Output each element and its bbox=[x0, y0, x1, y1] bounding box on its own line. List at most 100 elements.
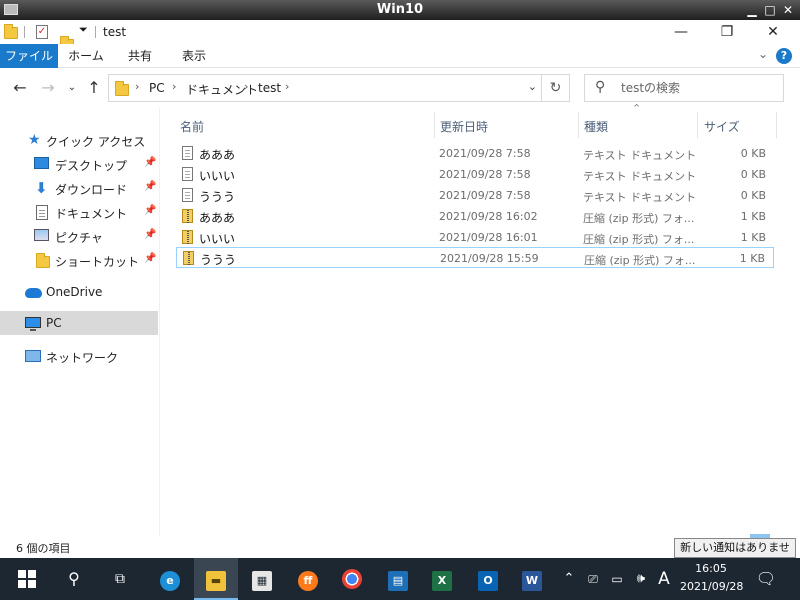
start-button[interactable] bbox=[4, 558, 48, 600]
sidebar-item-desktop[interactable]: デスクトップ 📌 bbox=[0, 152, 158, 176]
file-row[interactable]: あああ 2021/09/28 16:02 圧縮 (zip 形式) フォ... 1… bbox=[176, 206, 774, 227]
file-size: 1 KB bbox=[740, 210, 766, 223]
folder-icon bbox=[36, 253, 50, 268]
desktop-icon bbox=[34, 157, 49, 169]
file-type: 圧縮 (zip 形式) フォ... bbox=[583, 233, 695, 246]
tab-file[interactable]: ファイル bbox=[0, 44, 58, 68]
ribbon-tabs: ファイル ホーム 共有 表示 ⌄ ? bbox=[0, 44, 800, 68]
show-hidden-icons-icon[interactable]: ⌃ bbox=[558, 558, 580, 600]
customize-quick-access-icon[interactable]: ⏷ bbox=[79, 23, 88, 37]
clock-time: 16:05 bbox=[695, 562, 727, 575]
sidebar-item-pictures[interactable]: ピクチャ 📌 bbox=[0, 224, 158, 248]
tab-view[interactable]: 表示 bbox=[170, 44, 218, 68]
sidebar-item-label: ドキュメント bbox=[55, 207, 128, 221]
file-type: 圧縮 (zip 形式) フォ... bbox=[583, 212, 695, 225]
pin-icon: 📌 bbox=[144, 229, 157, 240]
outer-minimize-icon[interactable]: ▁ bbox=[744, 2, 760, 18]
column-header-type[interactable]: 種類 bbox=[579, 112, 697, 138]
zip-file-icon bbox=[182, 209, 193, 223]
excel-icon[interactable]: X bbox=[420, 558, 464, 600]
file-date: 2021/09/28 16:02 bbox=[439, 210, 538, 223]
sidebar-item-downloads[interactable]: ⬇ ダウンロード 📌 bbox=[0, 176, 158, 200]
start-icon bbox=[18, 570, 36, 588]
outlook-icon[interactable]: O bbox=[466, 558, 510, 600]
breadcrumb-pc[interactable]: PC bbox=[149, 81, 165, 95]
pictures-icon bbox=[34, 229, 49, 241]
notification-tooltip: 新しい通知はありません bbox=[674, 538, 796, 572]
file-date: 2021/09/28 7:58 bbox=[439, 147, 531, 160]
outer-close-icon[interactable]: ✕ bbox=[780, 2, 796, 18]
file-list: ⌃ 名前 更新日時 種類 サイズ あああ 2021/09/28 7:58 テキス… bbox=[160, 102, 800, 536]
file-row[interactable]: いいい 2021/09/28 16:01 圧縮 (zip 形式) フォ... 1… bbox=[176, 227, 774, 248]
properties-icon[interactable]: ✓ bbox=[36, 25, 48, 39]
sidebar-item-label: デスクトップ bbox=[55, 159, 128, 173]
sidebar-item-label: OneDrive bbox=[46, 285, 103, 299]
tab-home[interactable]: ホーム bbox=[62, 44, 110, 68]
file-row[interactable]: あああ 2021/09/28 7:58 テキスト ドキュメント 0 KB bbox=[176, 143, 774, 164]
file-name: ううう bbox=[200, 253, 237, 267]
file-explorer-icon[interactable]: ▬ bbox=[194, 558, 238, 600]
search-icon[interactable]: ⚲ bbox=[52, 558, 96, 600]
outer-maximize-icon[interactable]: □ bbox=[762, 2, 778, 18]
file-row-selected[interactable]: ううう 2021/09/28 15:59 圧縮 (zip 形式) フォ... 1… bbox=[176, 247, 774, 268]
sidebar-item-shortcut[interactable]: ショートカット 📌 bbox=[0, 248, 158, 272]
outer-window-title: Win10 bbox=[376, 2, 424, 17]
download-icon: ⬇ bbox=[35, 179, 48, 197]
sidebar-item-network[interactable]: ネットワーク bbox=[0, 344, 158, 368]
file-type: テキスト ドキュメント bbox=[583, 170, 697, 183]
ime-indicator[interactable]: A bbox=[654, 558, 674, 600]
search-box[interactable]: ⚲ bbox=[584, 74, 784, 102]
help-icon[interactable]: ? bbox=[776, 48, 792, 64]
explorer-title-bar: ✓ ⏷ test — ❐ ✕ bbox=[0, 20, 800, 51]
column-header-label: サイズ bbox=[704, 120, 740, 134]
breadcrumb-separator: › bbox=[135, 80, 140, 93]
sidebar-item-onedrive[interactable]: OneDrive bbox=[0, 280, 158, 304]
file-date: 2021/09/28 15:59 bbox=[440, 252, 539, 265]
forward-arrow-icon[interactable]: → bbox=[38, 78, 58, 98]
breadcrumb-test[interactable]: test bbox=[258, 81, 281, 95]
minimize-button[interactable]: — bbox=[658, 20, 704, 44]
sidebar-item-documents[interactable]: ドキュメント 📌 bbox=[0, 200, 158, 224]
column-header-name[interactable]: 名前 bbox=[176, 112, 434, 138]
sidebar-item-label: ダウンロード bbox=[55, 183, 128, 197]
zip-file-icon bbox=[182, 230, 193, 244]
search-input[interactable] bbox=[621, 79, 771, 97]
column-divider[interactable] bbox=[776, 112, 777, 138]
column-header-date[interactable]: 更新日時 bbox=[435, 112, 579, 138]
star-icon: ★ bbox=[28, 132, 41, 148]
edge-icon[interactable]: e bbox=[148, 558, 192, 600]
file-name: あああ bbox=[199, 211, 236, 225]
sidebar-item-quick-access[interactable]: ★ クイック アクセス bbox=[0, 128, 158, 152]
file-row[interactable]: ううう 2021/09/28 7:58 テキスト ドキュメント 0 KB bbox=[176, 185, 774, 206]
task-view-icon[interactable]: ⧉ bbox=[98, 558, 142, 600]
firefox-icon[interactable]: ff bbox=[286, 558, 330, 600]
meet-now-icon[interactable]: ⎚ bbox=[582, 558, 604, 600]
volume-icon[interactable]: 🕪 bbox=[630, 558, 652, 600]
store-icon[interactable]: ▦ bbox=[240, 558, 284, 600]
chrome-icon[interactable] bbox=[330, 558, 374, 600]
recent-locations-icon[interactable]: ⌄ bbox=[62, 78, 82, 98]
taskbar-clock[interactable]: 16:05 2021/09/28 bbox=[680, 560, 743, 596]
chevron-down-icon[interactable]: ⌄ bbox=[758, 47, 768, 61]
up-arrow-icon[interactable]: ↑ bbox=[84, 78, 104, 98]
maximize-button[interactable]: ❐ bbox=[704, 20, 750, 44]
address-bar[interactable]: › PC › ドキュメント › test › ⌄ bbox=[108, 74, 542, 102]
file-date: 2021/09/28 16:01 bbox=[439, 231, 538, 244]
address-dropdown-icon[interactable]: ⌄ bbox=[528, 80, 537, 93]
tab-share[interactable]: 共有 bbox=[116, 44, 164, 68]
back-arrow-icon[interactable]: ← bbox=[10, 78, 30, 98]
notification-center-icon[interactable]: 🗨 bbox=[748, 558, 784, 600]
outer-title-bar: Win10 ▁ □ ✕ bbox=[0, 0, 800, 20]
sidebar-item-pc[interactable]: PC bbox=[0, 311, 158, 335]
pin-icon: 📌 bbox=[144, 157, 157, 168]
column-header-size[interactable]: サイズ bbox=[698, 112, 776, 138]
refresh-button[interactable]: ↻ bbox=[542, 74, 570, 102]
close-button[interactable]: ✕ bbox=[750, 20, 796, 44]
word-icon[interactable]: W bbox=[510, 558, 554, 600]
sidebar-item-label: ピクチャ bbox=[55, 231, 103, 245]
breadcrumb-separator: › bbox=[244, 80, 249, 93]
sidebar-item-label: クイック アクセス bbox=[46, 135, 146, 149]
outlook-contacts-icon[interactable]: ▤ bbox=[376, 558, 420, 600]
file-row[interactable]: いいい 2021/09/28 7:58 テキスト ドキュメント 0 KB bbox=[176, 164, 774, 185]
network-tray-icon[interactable]: ▭ bbox=[606, 558, 628, 600]
